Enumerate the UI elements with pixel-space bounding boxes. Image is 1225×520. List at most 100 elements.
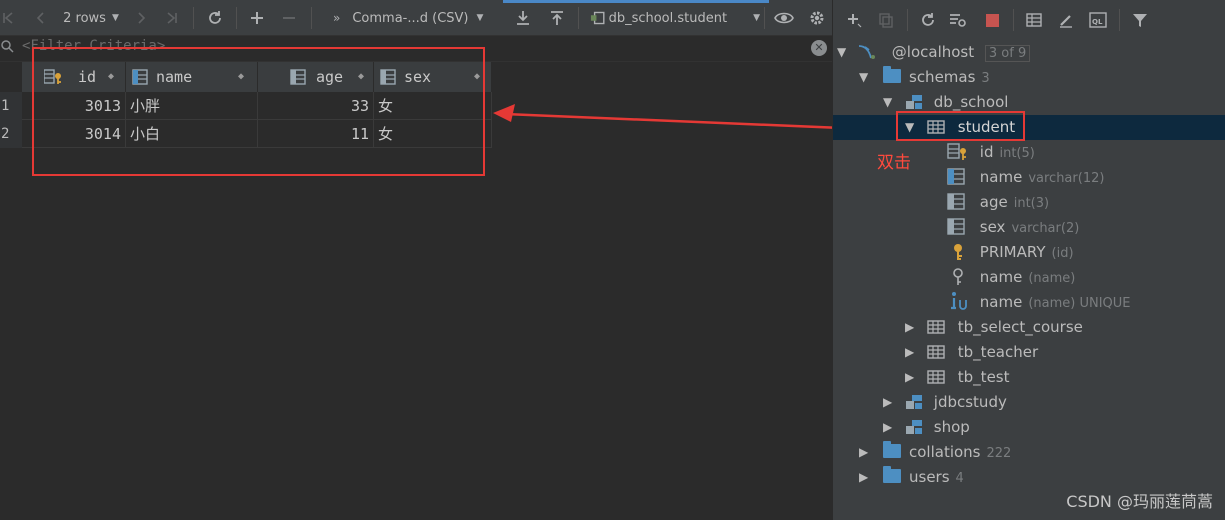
collations-count: 222	[986, 446, 1012, 461]
schemas-node: schemas 3	[883, 65, 990, 90]
export-format-label: Comma-...d (CSV)	[352, 10, 469, 26]
folder-icon	[883, 466, 901, 483]
schema-icon	[906, 420, 922, 434]
schema-icon	[906, 95, 922, 109]
tree-node-db-school[interactable]: ▼ db_school	[833, 90, 1225, 115]
tree-node-collations[interactable]: ▶ collations 222	[833, 440, 1225, 465]
schema-label: shop	[933, 418, 970, 436]
datasource-label: @localhost	[891, 43, 975, 61]
datasource-node: @localhost 3 of 9	[857, 40, 1031, 65]
collations-node: collations 222	[883, 440, 1011, 465]
gear-icon[interactable]	[806, 0, 828, 36]
tree-node-schema[interactable]: ▶ shop	[833, 415, 1225, 440]
toolbar-separator	[193, 7, 194, 29]
copy-icon[interactable]	[875, 0, 897, 40]
schemas-count: 3	[981, 71, 990, 86]
expand-arrow-icon[interactable]: ▶	[883, 390, 892, 415]
table-selector-dropdown[interactable]: db_school.student ▼	[590, 0, 760, 36]
tree-node-datasource[interactable]: ▼ @localhost 3 of 9	[833, 40, 1225, 65]
expand-arrow-icon[interactable]: ▶	[883, 415, 892, 440]
delete-row-icon[interactable]	[279, 0, 299, 36]
toolbar-separator	[311, 7, 312, 29]
view-icon[interactable]	[772, 0, 796, 36]
datasource-badge: 3 of 9	[984, 45, 1031, 62]
toolbar-separator	[578, 7, 579, 29]
key-label: PRIMARY	[979, 243, 1046, 261]
table-label: tb_test	[957, 368, 1010, 386]
index-icon	[953, 268, 963, 285]
query-console-icon[interactable]: QL	[1087, 0, 1109, 40]
column-label: name	[979, 168, 1023, 186]
index-label: name	[979, 268, 1023, 286]
tree-node-key[interactable]: PRIMARY (id)	[833, 240, 1225, 265]
tree-node-index[interactable]: name (name)	[833, 265, 1225, 290]
last-page-icon[interactable]	[163, 0, 181, 36]
tree-node-table[interactable]: ▶ tb_select_course	[833, 315, 1225, 340]
upload-icon[interactable]	[547, 0, 567, 36]
first-page-icon[interactable]	[0, 0, 16, 36]
column-label: sex	[979, 218, 1006, 236]
schema-settings-icon[interactable]	[947, 0, 969, 40]
tree-node-table[interactable]: ▶ tb_test	[833, 365, 1225, 390]
data-editor-pane: 2 rows ▼ » Comma-...d (CSV) ▼ db_school.…	[0, 0, 832, 520]
expand-arrow-icon[interactable]: ▶	[905, 315, 914, 340]
row-number[interactable]: 2	[0, 120, 22, 148]
export-format-dropdown[interactable]: » Comma-...d (CSV) ▼	[333, 0, 498, 36]
toolbar-separator	[236, 7, 237, 29]
tree-node-unique-index[interactable]: name (name) UNIQUE	[833, 290, 1225, 315]
column-type: int(5)	[999, 146, 1035, 161]
column-label: id	[979, 143, 994, 161]
key-icon	[954, 244, 962, 260]
collations-label: collations	[909, 443, 981, 461]
filter-icon[interactable]	[1129, 0, 1151, 40]
row-number[interactable]: 1	[0, 92, 22, 120]
result-toolbar: 2 rows ▼ » Comma-...d (CSV) ▼ db_school.…	[0, 0, 832, 36]
tree-node-table[interactable]: ▶ tb_teacher	[833, 340, 1225, 365]
expand-arrow-icon[interactable]: ▼	[859, 65, 868, 90]
stop-icon[interactable]	[981, 0, 1003, 40]
rows-count-label: 2 rows	[63, 10, 106, 26]
refresh-icon[interactable]	[205, 0, 225, 36]
folder-icon	[883, 66, 901, 83]
expand-arrow-icon[interactable]: ▶	[859, 465, 868, 490]
column-type: varchar(12)	[1028, 171, 1105, 186]
tree-node-schemas[interactable]: ▼ schemas 3	[833, 65, 1225, 90]
rows-count-dropdown[interactable]: 2 rows ▼	[56, 0, 126, 36]
column-node: id int(5)	[947, 140, 1035, 165]
column-node: age int(3)	[947, 190, 1049, 215]
tree-node-column[interactable]: sex varchar(2)	[833, 215, 1225, 240]
refresh-icon[interactable]	[917, 0, 939, 40]
chevron-down-icon: ▼	[111, 13, 119, 23]
tree-node-users[interactable]: ▶ users 4	[833, 465, 1225, 490]
add-icon[interactable]	[843, 0, 865, 40]
db-school-label: db_school	[933, 93, 1009, 111]
unique-index-node: name (name) UNIQUE	[947, 290, 1131, 315]
download-icon[interactable]	[513, 0, 533, 36]
expand-arrow-icon[interactable]: ▶	[859, 440, 868, 465]
double-chevron-icon: »	[333, 11, 341, 25]
toolbar-separator	[1013, 9, 1014, 31]
schemas-label: schemas	[909, 68, 976, 86]
column-node: sex varchar(2)	[947, 215, 1079, 240]
expand-arrow-icon[interactable]: ▶	[905, 340, 914, 365]
users-label: users	[909, 468, 950, 486]
expand-arrow-icon[interactable]: ▼	[837, 40, 846, 65]
add-row-icon[interactable]	[247, 0, 267, 36]
expand-arrow-icon[interactable]: ▼	[883, 90, 892, 115]
schema-node: jdbcstudy	[905, 390, 1007, 415]
schema-label: jdbcstudy	[933, 393, 1007, 411]
close-icon[interactable]: ✕	[811, 40, 827, 56]
expand-arrow-icon[interactable]: ▶	[905, 365, 914, 390]
explorer-toolbar: QL	[833, 0, 1225, 40]
watermark: CSDN @玛丽莲茼蒿	[1066, 492, 1213, 511]
column-icon	[947, 168, 965, 185]
index-node: name (name)	[947, 265, 1075, 290]
table-editor-icon[interactable]	[1023, 0, 1045, 40]
tree-node-student[interactable]: ▼ student	[833, 115, 1225, 140]
next-page-icon[interactable]	[134, 0, 150, 36]
tree-node-schema[interactable]: ▶ jdbcstudy	[833, 390, 1225, 415]
table-node: tb_teacher	[927, 340, 1038, 365]
previous-page-icon[interactable]	[30, 0, 50, 36]
edit-icon[interactable]	[1055, 0, 1077, 40]
tree-node-column[interactable]: age int(3)	[833, 190, 1225, 215]
